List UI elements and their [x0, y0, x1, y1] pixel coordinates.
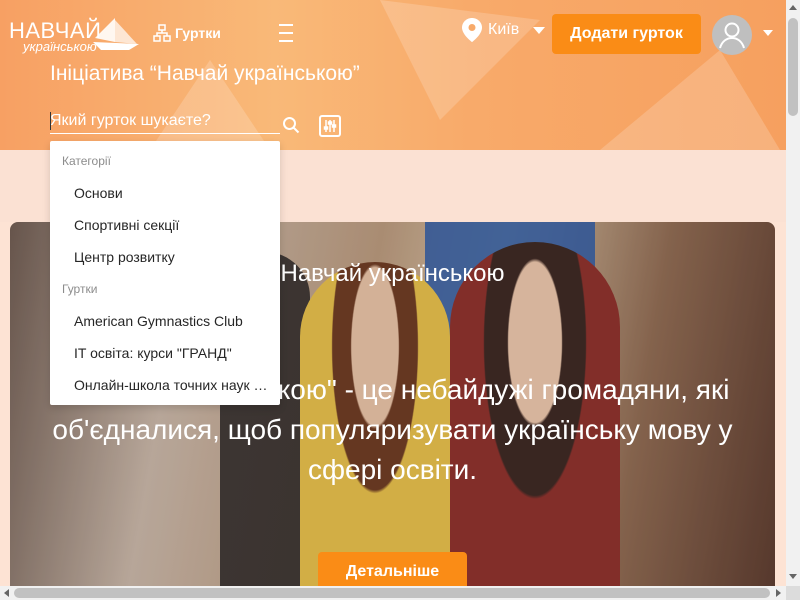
- suggestion-category[interactable]: Основи: [74, 185, 270, 201]
- sitemap-icon: [153, 24, 171, 42]
- search-icon[interactable]: [282, 116, 300, 134]
- horizontal-scrollbar[interactable]: [0, 586, 786, 600]
- suggestion-club[interactable]: American Gymnastics Club: [74, 313, 270, 329]
- scroll-down-icon[interactable]: [789, 574, 797, 579]
- scroll-left-icon[interactable]: [4, 589, 9, 597]
- caret-down-icon: [533, 26, 546, 34]
- search-input[interactable]: [50, 110, 280, 132]
- nav-clubs-label: Гуртки: [175, 25, 221, 41]
- categories-group-label: Категорії: [62, 154, 111, 168]
- scrollbar-thumb[interactable]: [14, 588, 770, 598]
- menu-icon[interactable]: [279, 24, 295, 44]
- add-club-button[interactable]: Додати гурток: [552, 14, 701, 54]
- suggestion-category[interactable]: Центр розвитку: [74, 249, 270, 265]
- user-menu-caret-icon[interactable]: [763, 30, 773, 36]
- nav-clubs-link[interactable]: Гуртки: [153, 24, 221, 42]
- logo-subtext: українською: [23, 39, 97, 54]
- location-pin-icon: [462, 18, 482, 42]
- vertical-scrollbar[interactable]: [786, 0, 800, 586]
- city-selector[interactable]: Київ: [462, 18, 546, 42]
- text-cursor: [50, 112, 51, 130]
- clubs-group-label: Гуртки: [62, 282, 98, 296]
- suggestion-club[interactable]: IT освіта: курси "ГРАНД": [74, 345, 270, 361]
- site-logo[interactable]: НАВЧАЙ українською: [9, 16, 139, 56]
- paper-boat-logo-icon: [93, 18, 139, 50]
- scroll-right-icon[interactable]: [776, 589, 781, 597]
- decorative-triangle: [600, 50, 780, 150]
- suggestion-club[interactable]: Онлайн-школа точних наук "Пітагор": [74, 377, 270, 393]
- search-suggestions-dropdown: Категорії Основи Спортивні секції Центр …: [50, 141, 280, 405]
- initiative-title: Ініціатива “Навчай українською”: [50, 62, 360, 85]
- suggestion-category[interactable]: Спортивні секції: [74, 217, 270, 233]
- search-field[interactable]: [50, 110, 280, 134]
- user-avatar-icon[interactable]: [712, 15, 752, 55]
- filter-icon[interactable]: [319, 115, 341, 137]
- city-name: Київ: [488, 21, 520, 38]
- scroll-up-icon[interactable]: [789, 5, 797, 10]
- scrollbar-corner: [786, 586, 800, 600]
- scrollbar-thumb[interactable]: [788, 18, 798, 116]
